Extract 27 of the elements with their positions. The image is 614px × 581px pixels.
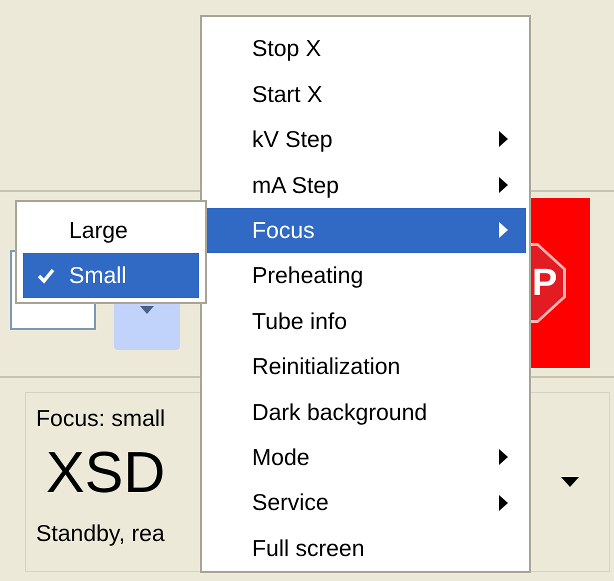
menu-item[interactable]: Full screen — [205, 525, 526, 571]
caret-icon — [561, 477, 579, 487]
submenu-arrow-icon — [499, 131, 508, 148]
check-icon — [37, 268, 55, 284]
menu-item[interactable]: Service — [205, 480, 526, 526]
menu-item[interactable]: kV Step — [205, 116, 526, 162]
menu-item[interactable]: Start X — [205, 71, 526, 117]
stop-sign: P — [530, 243, 566, 323]
device-name: XSD — [46, 438, 166, 506]
status-text: Standby, rea — [36, 518, 166, 548]
menu-item[interactable]: Focus — [205, 208, 526, 253]
submenu-arrow-icon — [499, 494, 508, 511]
menu-item[interactable]: Mode — [205, 434, 526, 480]
submenu-arrow-icon — [499, 449, 508, 466]
menu-item[interactable]: Stop X — [205, 26, 526, 72]
menu-item[interactable]: Preheating — [205, 252, 526, 298]
menu-item[interactable]: Reinitialization — [205, 344, 526, 390]
focus-status: Focus: small — [36, 404, 166, 433]
submenu-arrow-icon — [499, 176, 508, 193]
stop-button[interactable]: P — [530, 198, 590, 368]
submenu-arrow-icon — [499, 222, 508, 238]
caret-icon — [140, 306, 154, 314]
menu-item[interactable]: Tube info — [205, 298, 526, 344]
menu-item[interactable]: Large — [23, 208, 199, 253]
menu-item[interactable]: mA Step — [205, 162, 526, 208]
menu-item[interactable]: Dark background — [205, 389, 526, 435]
menu-item[interactable]: Small — [23, 253, 199, 298]
